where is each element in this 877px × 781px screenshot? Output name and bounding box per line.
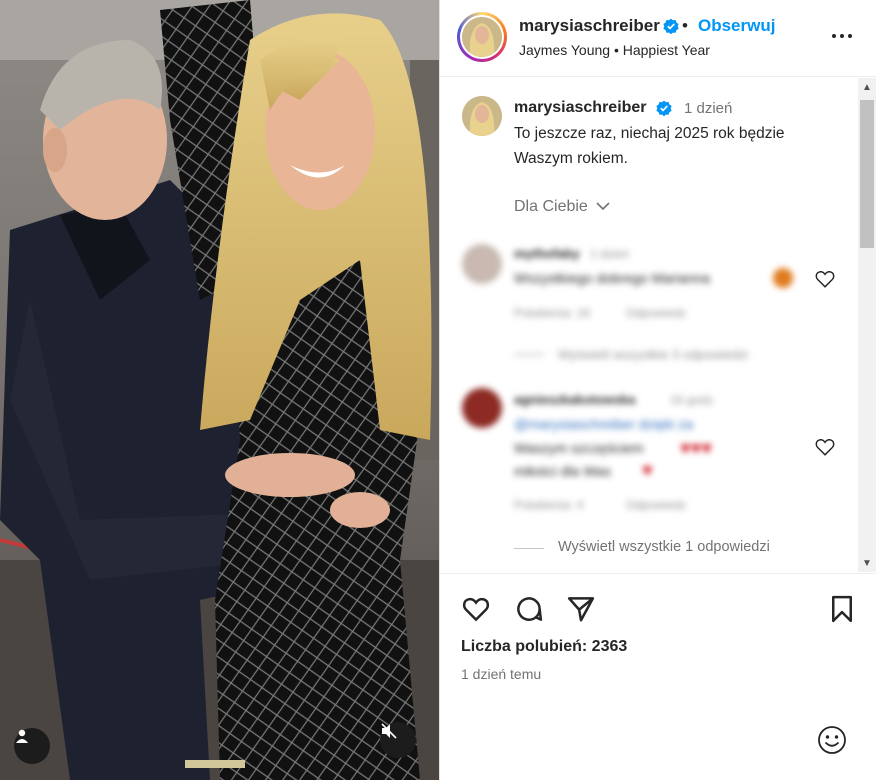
view-replies-link[interactable]: Wyświetl wszystkie 3 odpowiedzi bbox=[558, 347, 748, 362]
save-bookmark-icon[interactable] bbox=[827, 594, 857, 624]
caption-time: 1 dzień bbox=[684, 100, 733, 117]
verified-badge-icon bbox=[663, 18, 679, 34]
heart-icon[interactable] bbox=[814, 268, 836, 290]
audio-track-link[interactable]: Jaymes Young • Happiest Year bbox=[519, 42, 710, 58]
story-ring[interactable] bbox=[457, 12, 507, 62]
comment-likes[interactable]: Polubienia: 16 bbox=[514, 306, 590, 320]
comment-username[interactable]: agnieszkakotowska bbox=[514, 392, 635, 407]
comment-reply-button[interactable]: Odpowiedz bbox=[626, 498, 686, 512]
tagged-users-button[interactable] bbox=[14, 728, 50, 764]
instagram-post-view: marysiaschreiber • Obserwuj Jaymes Young… bbox=[0, 0, 877, 780]
speaker-muted-icon bbox=[381, 723, 397, 739]
comment-time: 1 dzień bbox=[590, 247, 629, 261]
heart-emoji-icon: ♥♥♥ bbox=[680, 438, 713, 458]
follow-button[interactable]: Obserwuj bbox=[698, 16, 775, 36]
video-frame bbox=[0, 0, 439, 780]
comment-filter-label: Dla Ciebie bbox=[514, 198, 588, 215]
comment-time: 16 godz. bbox=[670, 393, 717, 407]
post-video[interactable] bbox=[0, 0, 439, 780]
emoji-icon bbox=[773, 268, 793, 288]
comment-text-line: Waszym szczęściem bbox=[514, 440, 644, 456]
view-all-replies-link[interactable]: Wyświetl wszystkie 1 odpowiedzi bbox=[558, 539, 770, 555]
post-details-panel: marysiaschreiber • Obserwuj Jaymes Young… bbox=[439, 0, 877, 780]
comment-filter-dropdown[interactable]: Dla Ciebie bbox=[514, 198, 610, 216]
heart-icon[interactable] bbox=[814, 436, 836, 458]
commenter-avatar[interactable] bbox=[462, 244, 502, 284]
commenter-avatar[interactable] bbox=[462, 388, 502, 428]
comment-text-line: miłości dla Was bbox=[514, 463, 611, 479]
replies-divider bbox=[514, 548, 544, 549]
verified-badge-icon bbox=[656, 100, 672, 116]
avatar[interactable] bbox=[462, 17, 502, 57]
separator-dot: • bbox=[682, 16, 688, 35]
comment-icon[interactable] bbox=[514, 594, 544, 624]
scroll-down-arrow-icon[interactable]: ▼ bbox=[858, 554, 876, 572]
emoji-picker-icon[interactable] bbox=[816, 724, 848, 756]
mute-toggle-button[interactable] bbox=[380, 722, 416, 758]
share-send-icon[interactable] bbox=[566, 594, 596, 624]
caption-avatar[interactable] bbox=[462, 96, 502, 136]
comment-text-line: @marysiaschreiber dzięki za bbox=[514, 416, 694, 432]
post-author-username[interactable]: marysiaschreiber bbox=[519, 16, 660, 36]
comment-text: Wszystkiego dobrego Marianna bbox=[514, 270, 711, 286]
like-heart-icon[interactable] bbox=[461, 594, 491, 624]
user-icon bbox=[16, 729, 28, 743]
post-time-ago: 1 dzień temu bbox=[461, 666, 542, 682]
heart-emoji-icon: ♥ bbox=[642, 460, 653, 480]
post-actions: Liczba polubień: 2363 1 dzień temu bbox=[440, 573, 877, 781]
comment-username[interactable]: mythofaby bbox=[514, 246, 580, 261]
more-options-icon[interactable] bbox=[830, 24, 854, 48]
comment-likes[interactable]: Polubienia: 4 bbox=[514, 498, 583, 512]
caption-text: To jeszcze raz, niechaj 2025 rok będzie … bbox=[514, 125, 785, 167]
caption-username[interactable]: marysiaschreiber bbox=[514, 99, 647, 117]
likes-count[interactable]: Liczba polubień: 2363 bbox=[461, 638, 627, 656]
post-header: marysiaschreiber • Obserwuj Jaymes Young… bbox=[440, 0, 877, 77]
scroll-up-arrow-icon[interactable]: ▲ bbox=[858, 78, 876, 96]
comment-reply-button[interactable]: Odpowiedz bbox=[626, 306, 686, 320]
chevron-down-icon bbox=[596, 202, 610, 211]
comments-scrollbar[interactable]: ▲ ▼ bbox=[858, 78, 876, 572]
scrollbar-thumb[interactable] bbox=[860, 100, 874, 248]
